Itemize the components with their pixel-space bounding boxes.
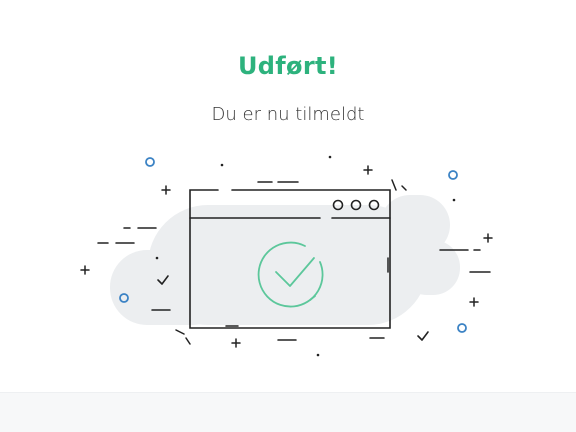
success-title: Udført! (238, 52, 338, 80)
success-page: Udført! Du er nu tilmeldt (0, 0, 576, 432)
page-footer (0, 392, 576, 432)
success-message: Du er nu tilmeldt (211, 104, 365, 125)
browser-window-checkmark-icon (80, 155, 493, 357)
